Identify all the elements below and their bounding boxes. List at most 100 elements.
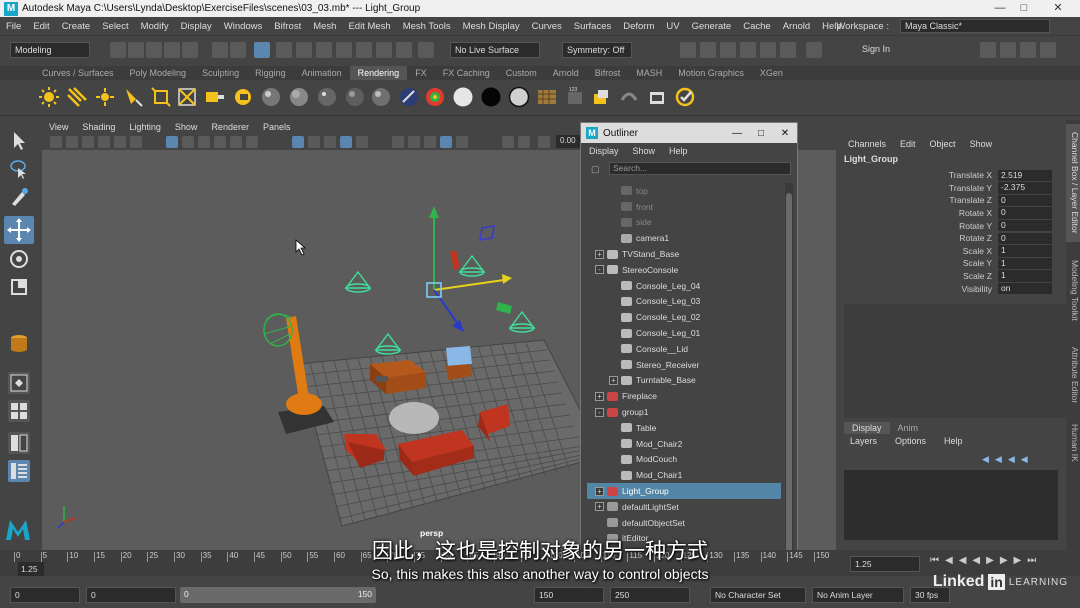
- move-tool-icon[interactable]: [4, 216, 34, 244]
- filter-icon[interactable]: ▢: [591, 164, 600, 175]
- layer-move-up-icon[interactable]: ◀: [982, 454, 989, 465]
- menu-surfaces[interactable]: Surfaces: [568, 21, 618, 32]
- new-scene-icon[interactable]: [110, 42, 126, 58]
- single-view-icon[interactable]: [8, 372, 30, 394]
- menu-modify[interactable]: Modify: [135, 21, 175, 32]
- exposure-field[interactable]: 0.00: [556, 135, 582, 148]
- outliner-item[interactable]: + TVStand_Base: [587, 246, 781, 262]
- snap-plane-icon[interactable]: [376, 42, 392, 58]
- menu-create[interactable]: Create: [56, 21, 97, 32]
- volume-light-icon[interactable]: [176, 86, 198, 108]
- collapse-icon[interactable]: -: [595, 265, 604, 275]
- surface-shader-icon[interactable]: [424, 86, 446, 108]
- vp-menu-show[interactable]: Show: [168, 122, 205, 132]
- snap-view-icon[interactable]: [336, 42, 352, 58]
- ambient-light-icon[interactable]: [38, 86, 60, 108]
- shelf-tab[interactable]: MASH: [628, 66, 670, 80]
- undo-icon[interactable]: [164, 42, 180, 58]
- channel-attr-value[interactable]: 1: [998, 270, 1052, 282]
- ambient-occlusion-icon[interactable]: [408, 136, 420, 148]
- menu-arnold[interactable]: Arnold: [777, 21, 816, 32]
- outliner-item[interactable]: side: [587, 215, 781, 231]
- tab-attribute-editor[interactable]: Attribute Editor: [1066, 338, 1080, 412]
- film-gate-icon[interactable]: [182, 136, 194, 148]
- spot-light-4[interactable]: [374, 332, 402, 355]
- menu-windows[interactable]: Windows: [218, 21, 269, 32]
- redo-icon[interactable]: [182, 42, 198, 58]
- render-view-icon[interactable]: [780, 42, 796, 58]
- tab-anim[interactable]: Anim: [890, 422, 927, 434]
- channel-attr-value[interactable]: 2.519: [998, 169, 1052, 182]
- outliner-item[interactable]: top: [587, 183, 781, 199]
- shelf-tab[interactable]: FX: [407, 66, 435, 80]
- paint-select-icon[interactable]: [8, 186, 30, 208]
- snap-surface-icon[interactable]: [356, 42, 372, 58]
- select-object-icon[interactable]: [230, 42, 246, 58]
- image-plane-icon[interactable]: [98, 136, 110, 148]
- snap-vertex-icon[interactable]: [396, 42, 412, 58]
- workspace-dropdown[interactable]: Maya Classic*: [900, 19, 1050, 33]
- shelf-tab[interactable]: Curves / Surfaces: [34, 66, 122, 80]
- render-frame-icon[interactable]: [680, 42, 696, 58]
- menu-uv[interactable]: UV: [660, 21, 685, 32]
- menu-mesh[interactable]: Mesh: [307, 21, 342, 32]
- menu-display[interactable]: Display: [175, 21, 218, 32]
- outliner-item[interactable]: Mod_Chair2: [587, 436, 781, 452]
- outliner-item[interactable]: camera1: [587, 230, 781, 246]
- outliner-item[interactable]: Table: [587, 420, 781, 436]
- new-layer-icon[interactable]: ◀: [1008, 454, 1015, 465]
- snap-point-icon[interactable]: [316, 42, 332, 58]
- outliner-item[interactable]: Console_Leg_01: [587, 325, 781, 341]
- grease-pencil-icon[interactable]: [130, 136, 142, 148]
- phonge-sphere-icon[interactable]: [344, 86, 366, 108]
- camera-attr-icon[interactable]: [66, 136, 78, 148]
- menu-mesh-tools[interactable]: Mesh Tools: [397, 21, 457, 32]
- shelf-tab[interactable]: Rigging: [247, 66, 294, 80]
- channel-attr-value[interactable]: -2.375: [998, 182, 1052, 194]
- channel-menu-object[interactable]: Object: [930, 139, 956, 149]
- exposure-icon[interactable]: [502, 136, 514, 148]
- area-light-2[interactable]: [496, 302, 512, 314]
- blinn-sphere-icon[interactable]: [260, 86, 282, 108]
- phong-sphere-icon[interactable]: [316, 86, 338, 108]
- channel-attr-value[interactable]: 0: [998, 194, 1052, 207]
- shelf-tab[interactable]: XGen: [752, 66, 791, 80]
- shelf-tab[interactable]: FX Caching: [435, 66, 498, 80]
- outliner-item[interactable]: Console_Leg_04: [587, 278, 781, 294]
- checker-texture-icon[interactable]: [536, 86, 558, 108]
- spot-light-3[interactable]: [508, 310, 536, 333]
- menu-cache[interactable]: Cache: [737, 21, 776, 32]
- menu-generate[interactable]: Generate: [686, 21, 738, 32]
- camera-select-icon[interactable]: [50, 136, 62, 148]
- panel-layout4-icon[interactable]: [1040, 42, 1056, 58]
- directional-light-icon[interactable]: [66, 86, 88, 108]
- outliner-item[interactable]: Console_Leg_03: [587, 294, 781, 310]
- layer-move-down-icon[interactable]: ◀: [995, 454, 1002, 465]
- channel-attr-label[interactable]: Translate X: [838, 170, 998, 180]
- batch-render-icon[interactable]: [590, 86, 612, 108]
- save-scene-icon[interactable]: [146, 42, 162, 58]
- outliner-item[interactable]: + Turntable_Base: [587, 373, 781, 389]
- channel-menu-show[interactable]: Show: [970, 139, 993, 149]
- outliner-minimize-button[interactable]: —: [725, 128, 749, 139]
- channel-attr-label[interactable]: Rotate Y: [838, 221, 998, 231]
- rotate-tool-icon[interactable]: [8, 248, 30, 270]
- motion-blur-icon[interactable]: [424, 136, 436, 148]
- area-light-icon[interactable]: [150, 86, 172, 108]
- select-hierarchy-icon[interactable]: [212, 42, 228, 58]
- pause-icon[interactable]: [806, 42, 822, 58]
- channel-attr-value[interactable]: 0: [998, 219, 1052, 232]
- scale-tool-icon[interactable]: [8, 276, 30, 298]
- wireframe-icon[interactable]: [292, 136, 304, 148]
- layer-menu-help[interactable]: Help: [938, 436, 963, 446]
- vp-menu-shading[interactable]: Shading: [75, 122, 122, 132]
- field-chart-icon[interactable]: [230, 136, 242, 148]
- two-view-icon[interactable]: [8, 432, 30, 454]
- gamma-icon[interactable]: [518, 136, 530, 148]
- shelf-tab[interactable]: Arnold: [545, 66, 587, 80]
- select-tool-icon[interactable]: [8, 130, 30, 152]
- expand-icon[interactable]: +: [595, 486, 604, 496]
- object-icon[interactable]: [8, 332, 30, 354]
- outliner-item[interactable]: Console_Leg_02: [587, 309, 781, 325]
- point-light-icon[interactable]: [94, 86, 116, 108]
